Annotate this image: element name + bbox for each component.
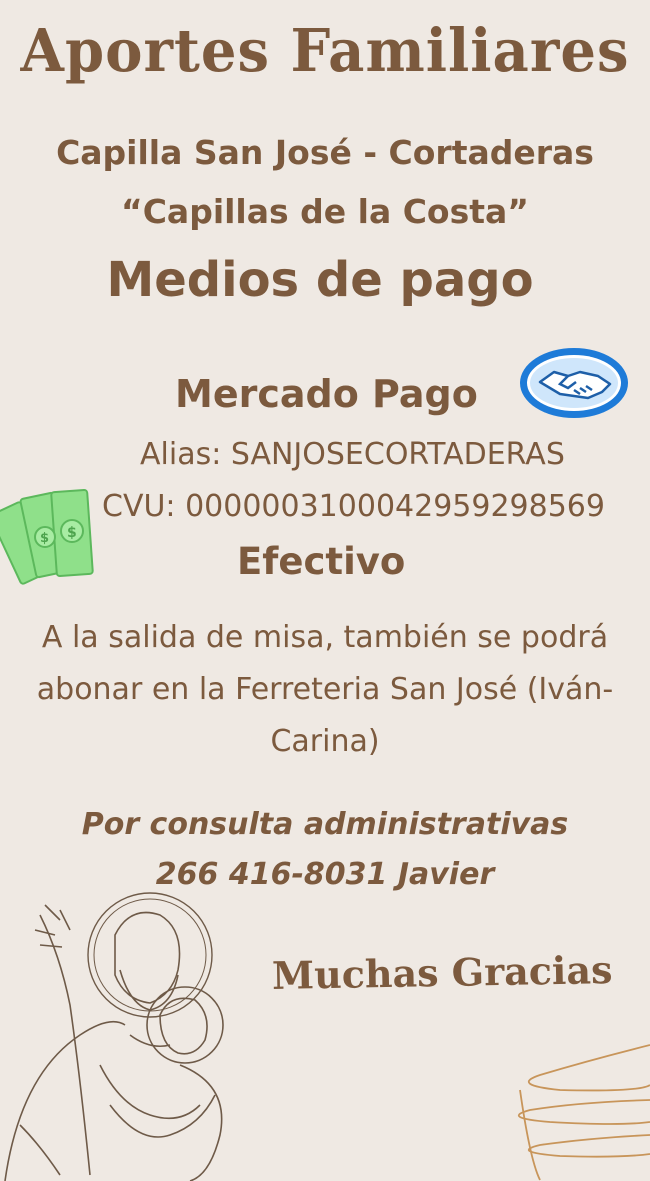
- contact-line-1: Por consulta administrativas: [81, 807, 569, 842]
- page-title: Aportes Familiares: [20, 16, 630, 86]
- money-bills-icon: $ $: [0, 489, 94, 585]
- alias-text: Alias: SANJOSECORTADERAS: [140, 437, 565, 472]
- chapel-subtitle: “Capillas de la Costa”: [121, 192, 529, 231]
- cash-instructions: A la salida de misa, también se podrá ab…: [36, 620, 614, 759]
- cash-label: Efectivo: [237, 540, 406, 583]
- saint-joseph-illustration: [4, 892, 224, 1181]
- chapel-name: Capilla San José - Cortaderas: [56, 133, 594, 172]
- mercado-pago-handshake-icon: [520, 348, 628, 418]
- thank-you-text: Muchas Gracias: [271, 947, 613, 998]
- payment-methods-heading: Medios de pago: [106, 252, 534, 308]
- svg-text:$: $: [40, 531, 49, 546]
- decorative-swirl: [517, 1044, 650, 1181]
- mercado-pago-label: Mercado Pago: [175, 372, 478, 416]
- cvu-text: CVU: 0000003100042959298569: [102, 489, 605, 524]
- svg-text:$: $: [67, 525, 77, 541]
